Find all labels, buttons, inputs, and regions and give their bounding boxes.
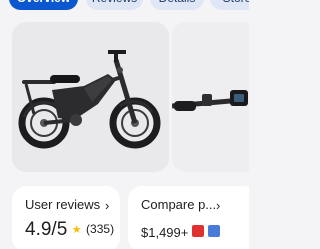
tab-details[interactable]: Details bbox=[150, 0, 204, 10]
product-image-main[interactable] bbox=[12, 22, 169, 172]
rating-row: 4.9/5 ★ (335) bbox=[25, 219, 114, 241]
tab-stores[interactable]: Stores bbox=[210, 0, 249, 10]
product-image-second[interactable] bbox=[172, 22, 249, 172]
store-icon-red bbox=[192, 225, 204, 237]
store-icon-blue bbox=[208, 225, 220, 237]
tab-overview[interactable]: Overview bbox=[9, 0, 78, 10]
rating-value: 4.9/5 bbox=[25, 219, 68, 240]
product-page: Overview Reviews Details Stores bbox=[0, 0, 249, 249]
user-reviews-title: User reviews bbox=[25, 197, 101, 212]
handlebar-display-image bbox=[172, 90, 248, 111]
chevron-right-icon: › bbox=[216, 198, 221, 213]
price-value: $1,499+ bbox=[141, 225, 189, 240]
compare-prices-title: Compare p... bbox=[141, 197, 217, 212]
user-reviews-card[interactable]: User reviews › 4.9/5 ★ (335) bbox=[12, 186, 120, 249]
image-carousel[interactable] bbox=[0, 18, 249, 176]
star-icon: ★ bbox=[71, 224, 82, 236]
compare-prices-card[interactable]: Compare p... › $1,499+ bbox=[128, 186, 249, 249]
chevron-right-icon: › bbox=[105, 198, 110, 213]
tab-bar: Overview Reviews Details Stores bbox=[0, 0, 249, 11]
review-count: (335) bbox=[86, 222, 115, 236]
tab-reviews[interactable]: Reviews bbox=[86, 0, 143, 10]
electric-bike-image bbox=[18, 50, 161, 149]
